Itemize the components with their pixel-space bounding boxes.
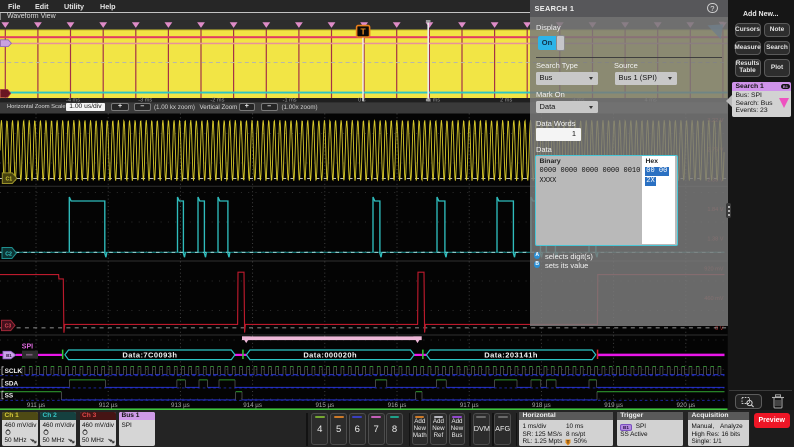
svg-text:915 µs: 915 µs	[315, 402, 334, 409]
svg-text:2 ms: 2 ms	[500, 97, 512, 103]
svg-text:SPI: SPI	[22, 344, 33, 351]
svg-text:SCLK: SCLK	[5, 368, 23, 375]
svg-text:912 µs: 912 µs	[99, 402, 118, 409]
svg-text:Data:7C0093h: Data:7C0093h	[122, 350, 177, 359]
svg-text:917 µs: 917 µs	[460, 402, 479, 409]
svg-text:T: T	[566, 439, 569, 444]
svg-text:919 µs: 919 µs	[604, 402, 623, 409]
svg-text:-2 ms: -2 ms	[210, 97, 224, 103]
svg-text:C1: C1	[5, 177, 12, 183]
svg-text:SDA: SDA	[5, 381, 19, 388]
svg-text:Data:203141h: Data:203141h	[484, 350, 538, 359]
svg-text:C2: C2	[5, 251, 12, 257]
svg-text:B1: B1	[6, 353, 12, 358]
svg-text:0 V: 0 V	[715, 326, 724, 332]
svg-text:T: T	[360, 27, 366, 37]
svg-text:911 µs: 911 µs	[27, 402, 45, 409]
svg-text:913 µs: 913 µs	[171, 402, 190, 409]
svg-text:C3: C3	[5, 324, 12, 330]
svg-text:916 µs: 916 µs	[388, 402, 407, 409]
svg-text:918 µs: 918 µs	[532, 402, 551, 409]
svg-text:920 µs: 920 µs	[676, 402, 695, 409]
svg-text:914 µs: 914 µs	[243, 402, 262, 409]
svg-text:-1 ms: -1 ms	[283, 97, 297, 103]
svg-text:0 s: 0 s	[358, 97, 366, 103]
svg-text:SS: SS	[5, 393, 14, 400]
svg-text:Data:000020h: Data:000020h	[303, 350, 357, 359]
